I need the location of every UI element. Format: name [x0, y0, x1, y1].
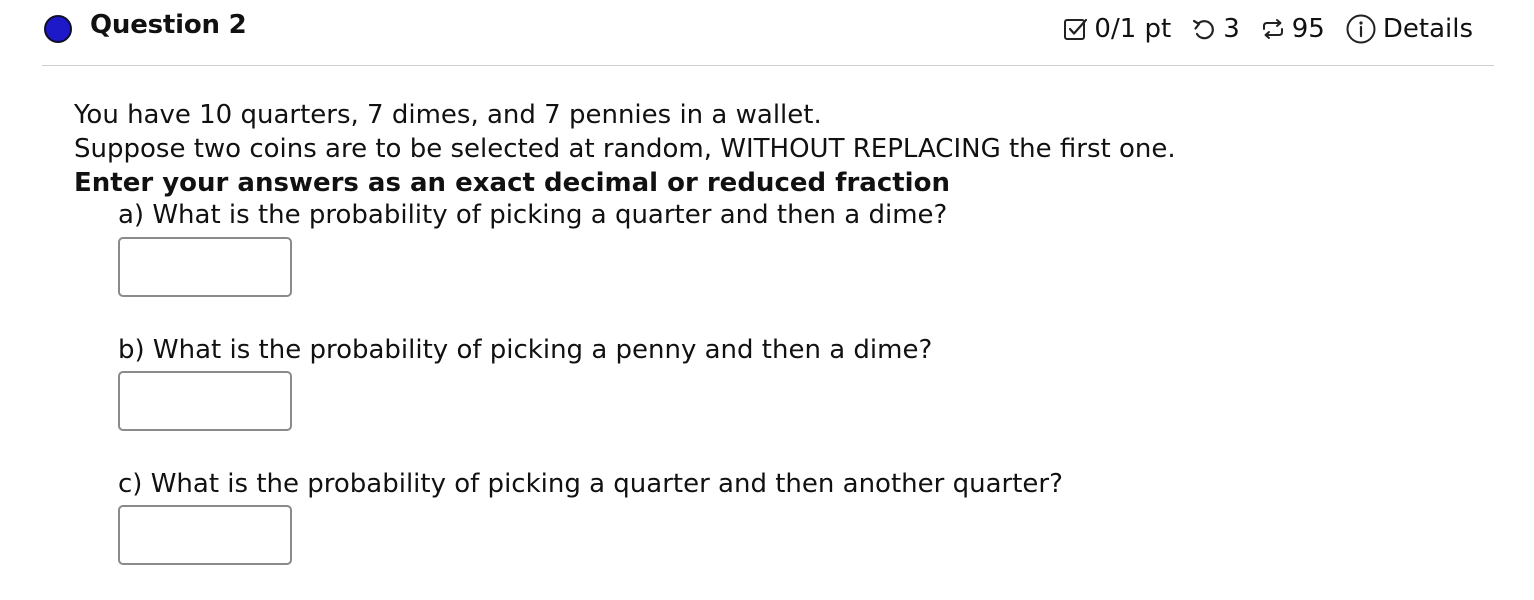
status-indicator — [44, 15, 72, 43]
question-line-1: You have 10 quarters, 7 dimes, and 7 pen… — [74, 100, 822, 130]
part-c-answer-input[interactable] — [118, 505, 292, 565]
checkbox-icon — [1062, 16, 1088, 42]
question-line-2: Suppose two coins are to be selected at … — [74, 134, 1176, 164]
retries-count: 3 — [1223, 14, 1240, 44]
question-header: Question 2 0/1 pt 3 95 Details — [0, 0, 1534, 66]
info-icon[interactable] — [1345, 13, 1377, 45]
part-a-answer-input[interactable] — [118, 237, 292, 297]
part-b-answer-input[interactable] — [118, 371, 292, 431]
question-title: Question 2 — [90, 10, 247, 40]
answer-instruction: Enter your answers as an exact decimal o… — [74, 168, 950, 198]
part-b-label: b) What is the probability of picking a … — [118, 335, 933, 365]
details-link[interactable]: Details — [1383, 14, 1473, 44]
question-body: You have 10 quarters, 7 dimes, and 7 pen… — [74, 98, 1176, 200]
score-text: 0/1 pt — [1094, 14, 1172, 44]
undo-icon — [1191, 16, 1217, 42]
submissions-count: 95 — [1291, 14, 1325, 44]
part-a-label: a) What is the probability of picking a … — [118, 200, 948, 230]
header-divider — [42, 65, 1494, 66]
question-meta: 0/1 pt 3 95 Details — [1062, 13, 1473, 45]
repeat-icon — [1260, 16, 1286, 42]
part-c-label: c) What is the probability of picking a … — [118, 469, 1063, 499]
